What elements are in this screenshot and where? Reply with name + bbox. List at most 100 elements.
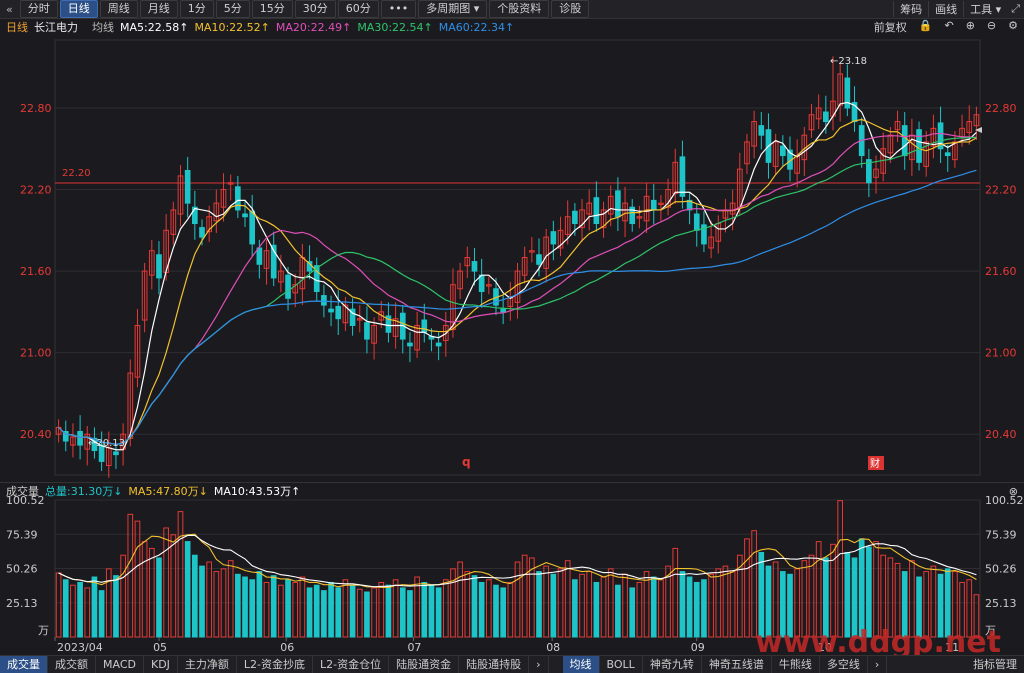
volume-bar [120,554,126,638]
candle-body [184,170,191,204]
volume-bar [708,573,714,638]
tab-main-net[interactable]: 主力净额 [178,656,237,673]
close-panel-icon[interactable]: ⊗ [1009,485,1024,498]
volume-tick-right: 50.26 [985,563,1017,576]
volume-bar [148,547,155,638]
volume-bar [328,581,334,638]
volume-bar [421,581,428,638]
volume-axis-right: 100.5275.3950.2625.13 [985,494,1024,610]
candle-body [235,186,241,211]
price-axis-left: 22.80 22.20 21.60 21.00 20.40 [20,102,52,441]
volume-bar [98,590,105,638]
volume-bar [500,587,506,638]
volume-bar [292,581,299,638]
tab-bull-bear[interactable]: 牛熊线 [772,656,820,673]
price-axis-right: 22.80 22.20 21.60 21.00 20.40 [985,102,1017,441]
event-marker-q[interactable]: q [462,455,471,469]
tab-magic-nine[interactable]: 神奇九转 [643,656,702,673]
candle-body [156,254,162,279]
volume-bar [170,534,177,638]
volume-bar [873,541,879,638]
date-label: 06 [280,641,294,654]
candle-body [256,247,263,265]
kline-chart[interactable]: 22.20 22.8022.2021.6021.0020.40 22.8022.… [0,0,1024,655]
tab-l2-position[interactable]: L2-资金仓位 [313,656,390,673]
volume-bar [858,538,865,638]
tab-volume[interactable]: 成交量 [0,656,48,673]
volume-bar [299,576,306,638]
candle-body [113,451,119,456]
volume-bar [622,573,628,638]
volume-bar [543,565,550,638]
candle-body [916,129,922,163]
volume-bar [356,588,363,638]
volume-bar [586,571,593,638]
volume-bar [407,590,413,638]
volume-bar [191,554,198,638]
indicator-tabs: 成交量 成交额 MACD KDJ 主力净额 L2-资金抄底 L2-资金仓位 陆股… [0,655,1024,673]
tab-kdj[interactable]: KDJ [144,656,178,673]
candle-body [758,125,765,136]
tab-hk-connect-funds[interactable]: 陆股通资金 [389,656,460,673]
volume-title[interactable]: 成交量 [6,483,39,499]
indicator-manage-button[interactable]: 指标管理 [966,656,1024,673]
volume-bar [70,584,76,638]
volume-bar [672,547,679,638]
volume-bar [457,561,463,638]
volume-ma5: MA5:47.80万↓ [128,485,208,498]
reference-line: 22.20 [55,168,980,184]
volume-bar [371,587,377,638]
candle-body [779,145,786,157]
volume-bar [536,571,542,638]
volume-bar [564,560,571,638]
tab-magic-five[interactable]: 神奇五线谱 [702,656,772,673]
candle-body [550,231,557,245]
volume-bar [722,565,729,638]
tab-long-short[interactable]: 多空线 [820,656,868,673]
candle-body [285,274,291,299]
tab-turnover[interactable]: 成交额 [48,656,96,673]
volume-bar [478,581,485,638]
date-label: 2023/04 [57,641,103,654]
volume-bar [521,554,528,638]
volume-bar [550,573,557,638]
candle-body [471,261,478,272]
volume-bar [615,584,621,638]
volume-bar [679,571,686,638]
volume-bar [572,579,578,638]
date-label: 09 [691,641,705,654]
tab-l2-bottom[interactable]: L2-资金抄底 [237,656,314,673]
candle-body [328,308,334,313]
volume-bar [235,573,241,638]
volume-bar [141,541,148,638]
candle-body [421,319,428,333]
candle-body [249,210,256,245]
volume-bar [701,579,707,638]
tab-macd[interactable]: MACD [96,656,144,673]
price-tick-left: 21.60 [20,265,52,278]
tab-boll[interactable]: BOLL [600,656,643,673]
volume-bar [399,587,406,638]
tabs-scroll-right-icon-2[interactable]: › [868,656,888,673]
volume-bar [77,581,83,638]
candle-body [335,305,342,320]
tab-hk-connect-holdings[interactable]: 陆股通持股 [459,656,530,673]
volume-bar [306,587,313,638]
volume-tick-left: 25.13 [6,597,38,610]
volume-bar [364,591,370,638]
candle-body [500,308,506,313]
candle-body [615,190,621,218]
tabs-scroll-right-icon[interactable]: › [529,656,549,673]
price-tick-right: 22.20 [985,184,1017,197]
volume-bar [313,584,320,638]
volume-bar [493,584,499,638]
volume-bar [693,581,700,638]
finance-marker-label[interactable]: 财 [870,457,880,470]
volume-bar [113,575,119,638]
volume-bar [227,560,234,638]
volume-bar [91,576,98,638]
price-tick-right: 21.60 [985,265,1017,278]
candle-body [823,111,829,123]
candle-body [77,431,83,446]
tab-ma[interactable]: 均线 [562,656,600,673]
